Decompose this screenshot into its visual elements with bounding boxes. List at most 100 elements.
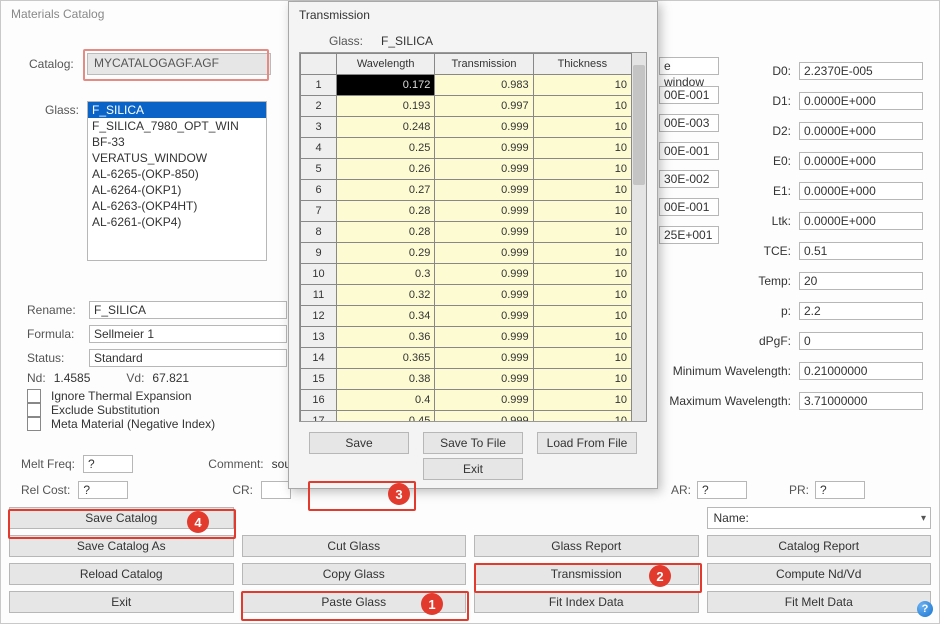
cell-thickness[interactable]: 10 <box>533 264 631 285</box>
cell-wavelength[interactable]: 0.193 <box>337 96 435 117</box>
cell-transmission[interactable]: 0.999 <box>435 369 533 390</box>
dialog-save-button[interactable]: Save <box>309 432 409 454</box>
cell-thickness[interactable]: 10 <box>533 201 631 222</box>
d0-field[interactable]: 2.2370E-005 <box>799 62 923 80</box>
cell-thickness[interactable]: 10 <box>533 222 631 243</box>
paste-glass-button[interactable]: Paste Glass <box>242 591 467 613</box>
save-catalog-button[interactable]: Save Catalog <box>9 507 234 529</box>
cell-thickness[interactable]: 10 <box>533 243 631 264</box>
chk-exclude[interactable] <box>27 403 41 417</box>
cell-thickness[interactable]: 10 <box>533 117 631 138</box>
minwl-field[interactable]: 0.21000000 <box>799 362 923 380</box>
copy-glass-button[interactable]: Copy Glass <box>242 563 467 585</box>
tce-field[interactable]: 0.51 <box>799 242 923 260</box>
cell-transmission[interactable]: 0.999 <box>435 222 533 243</box>
cell-wavelength[interactable]: 0.248 <box>337 117 435 138</box>
e0-field[interactable]: 0.0000E+000 <box>799 152 923 170</box>
cell-transmission[interactable]: 0.999 <box>435 201 533 222</box>
glass-item-0[interactable]: F_SILICA <box>88 102 266 118</box>
glass-item-7[interactable]: AL-6261-(OKP4) <box>88 214 266 230</box>
cell-transmission[interactable]: 0.997 <box>435 96 533 117</box>
rename-field[interactable]: F_SILICA <box>89 301 287 319</box>
cell-wavelength[interactable]: 0.172 <box>337 75 435 96</box>
catalog-file-box[interactable]: MYCATALOGAGF.AGF <box>87 53 271 75</box>
chk-meta[interactable] <box>27 417 41 431</box>
e1-field[interactable]: 0.0000E+000 <box>799 182 923 200</box>
save-catalog-as-button[interactable]: Save Catalog As <box>9 535 234 557</box>
melt-field[interactable]: ? <box>83 455 133 473</box>
glass-item-2[interactable]: BF-33 <box>88 134 266 150</box>
dialog-load-file-button[interactable]: Load From File <box>537 432 637 454</box>
cell-thickness[interactable]: 10 <box>533 180 631 201</box>
glass-item-1[interactable]: F_SILICA_7980_OPT_WIN <box>88 118 266 134</box>
cell-wavelength[interactable]: 0.32 <box>337 285 435 306</box>
table-scrollbar[interactable] <box>632 53 646 421</box>
ar-field[interactable]: ? <box>697 481 747 499</box>
dialog-save-file-button[interactable]: Save To File <box>423 432 523 454</box>
cell-transmission[interactable]: 0.999 <box>435 117 533 138</box>
cr-field[interactable] <box>261 481 291 499</box>
cell-thickness[interactable]: 10 <box>533 411 631 422</box>
cell-wavelength[interactable]: 0.26 <box>337 159 435 180</box>
cell-transmission[interactable]: 0.999 <box>435 264 533 285</box>
fit-index-button[interactable]: Fit Index Data <box>474 591 699 613</box>
cell-transmission[interactable]: 0.999 <box>435 327 533 348</box>
cell-thickness[interactable]: 10 <box>533 285 631 306</box>
cell-wavelength[interactable]: 0.29 <box>337 243 435 264</box>
cell-thickness[interactable]: 10 <box>533 327 631 348</box>
cell-thickness[interactable]: 10 <box>533 306 631 327</box>
glass-item-6[interactable]: AL-6263-(OKP4HT) <box>88 198 266 214</box>
d1-field[interactable]: 0.0000E+000 <box>799 92 923 110</box>
transmission-table[interactable]: Wavelength Transmission Thickness 10.172… <box>300 53 632 421</box>
help-icon[interactable]: ? <box>917 601 933 617</box>
cell-wavelength[interactable]: 0.45 <box>337 411 435 422</box>
pr-field[interactable]: ? <box>815 481 865 499</box>
dialog-exit-button[interactable]: Exit <box>423 458 523 480</box>
cell-wavelength[interactable]: 0.365 <box>337 348 435 369</box>
cell-thickness[interactable]: 10 <box>533 159 631 180</box>
p-field[interactable]: 2.2 <box>799 302 923 320</box>
cut-glass-button[interactable]: Cut Glass <box>242 535 467 557</box>
cell-wavelength[interactable]: 0.38 <box>337 369 435 390</box>
cell-transmission[interactable]: 0.999 <box>435 306 533 327</box>
cell-transmission[interactable]: 0.999 <box>435 159 533 180</box>
cell-wavelength[interactable]: 0.36 <box>337 327 435 348</box>
glass-list[interactable]: F_SILICA F_SILICA_7980_OPT_WIN BF-33 VER… <box>87 101 267 261</box>
cell-transmission[interactable]: 0.983 <box>435 75 533 96</box>
formula-field[interactable]: Sellmeier 1 <box>89 325 287 343</box>
status-field[interactable]: Standard <box>89 349 287 367</box>
cell-wavelength[interactable]: 0.4 <box>337 390 435 411</box>
cell-wavelength[interactable]: 0.3 <box>337 264 435 285</box>
exit-button[interactable]: Exit <box>9 591 234 613</box>
cell-thickness[interactable]: 10 <box>533 390 631 411</box>
cell-transmission[interactable]: 0.999 <box>435 390 533 411</box>
cell-wavelength[interactable]: 0.34 <box>337 306 435 327</box>
cell-wavelength[interactable]: 0.27 <box>337 180 435 201</box>
cell-thickness[interactable]: 10 <box>533 369 631 390</box>
cell-thickness[interactable]: 10 <box>533 96 631 117</box>
d2-field[interactable]: 0.0000E+000 <box>799 122 923 140</box>
cell-wavelength[interactable]: 0.25 <box>337 138 435 159</box>
cell-transmission[interactable]: 0.999 <box>435 285 533 306</box>
relcost-field[interactable]: ? <box>78 481 128 499</box>
dpgf-field[interactable]: 0 <box>799 332 923 350</box>
transmission-button[interactable]: Transmission <box>474 563 699 585</box>
cell-wavelength[interactable]: 0.28 <box>337 222 435 243</box>
cell-transmission[interactable]: 0.999 <box>435 348 533 369</box>
glass-item-4[interactable]: AL-6265-(OKP-850) <box>88 166 266 182</box>
cell-thickness[interactable]: 10 <box>533 348 631 369</box>
cell-thickness[interactable]: 10 <box>533 75 631 96</box>
cell-thickness[interactable]: 10 <box>533 138 631 159</box>
name-select[interactable]: Name: ▾ <box>707 507 932 529</box>
ltk-field[interactable]: 0.0000E+000 <box>799 212 923 230</box>
glass-report-button[interactable]: Glass Report <box>474 535 699 557</box>
glass-item-3[interactable]: VERATUS_WINDOW <box>88 150 266 166</box>
compute-ndvd-button[interactable]: Compute Nd/Vd <box>707 563 932 585</box>
cell-transmission[interactable]: 0.999 <box>435 411 533 422</box>
temp-field[interactable]: 20 <box>799 272 923 290</box>
glass-item-5[interactable]: AL-6264-(OKP1) <box>88 182 266 198</box>
cell-transmission[interactable]: 0.999 <box>435 138 533 159</box>
cell-transmission[interactable]: 0.999 <box>435 180 533 201</box>
maxwl-field[interactable]: 3.71000000 <box>799 392 923 410</box>
chk-thermal[interactable] <box>27 389 41 403</box>
